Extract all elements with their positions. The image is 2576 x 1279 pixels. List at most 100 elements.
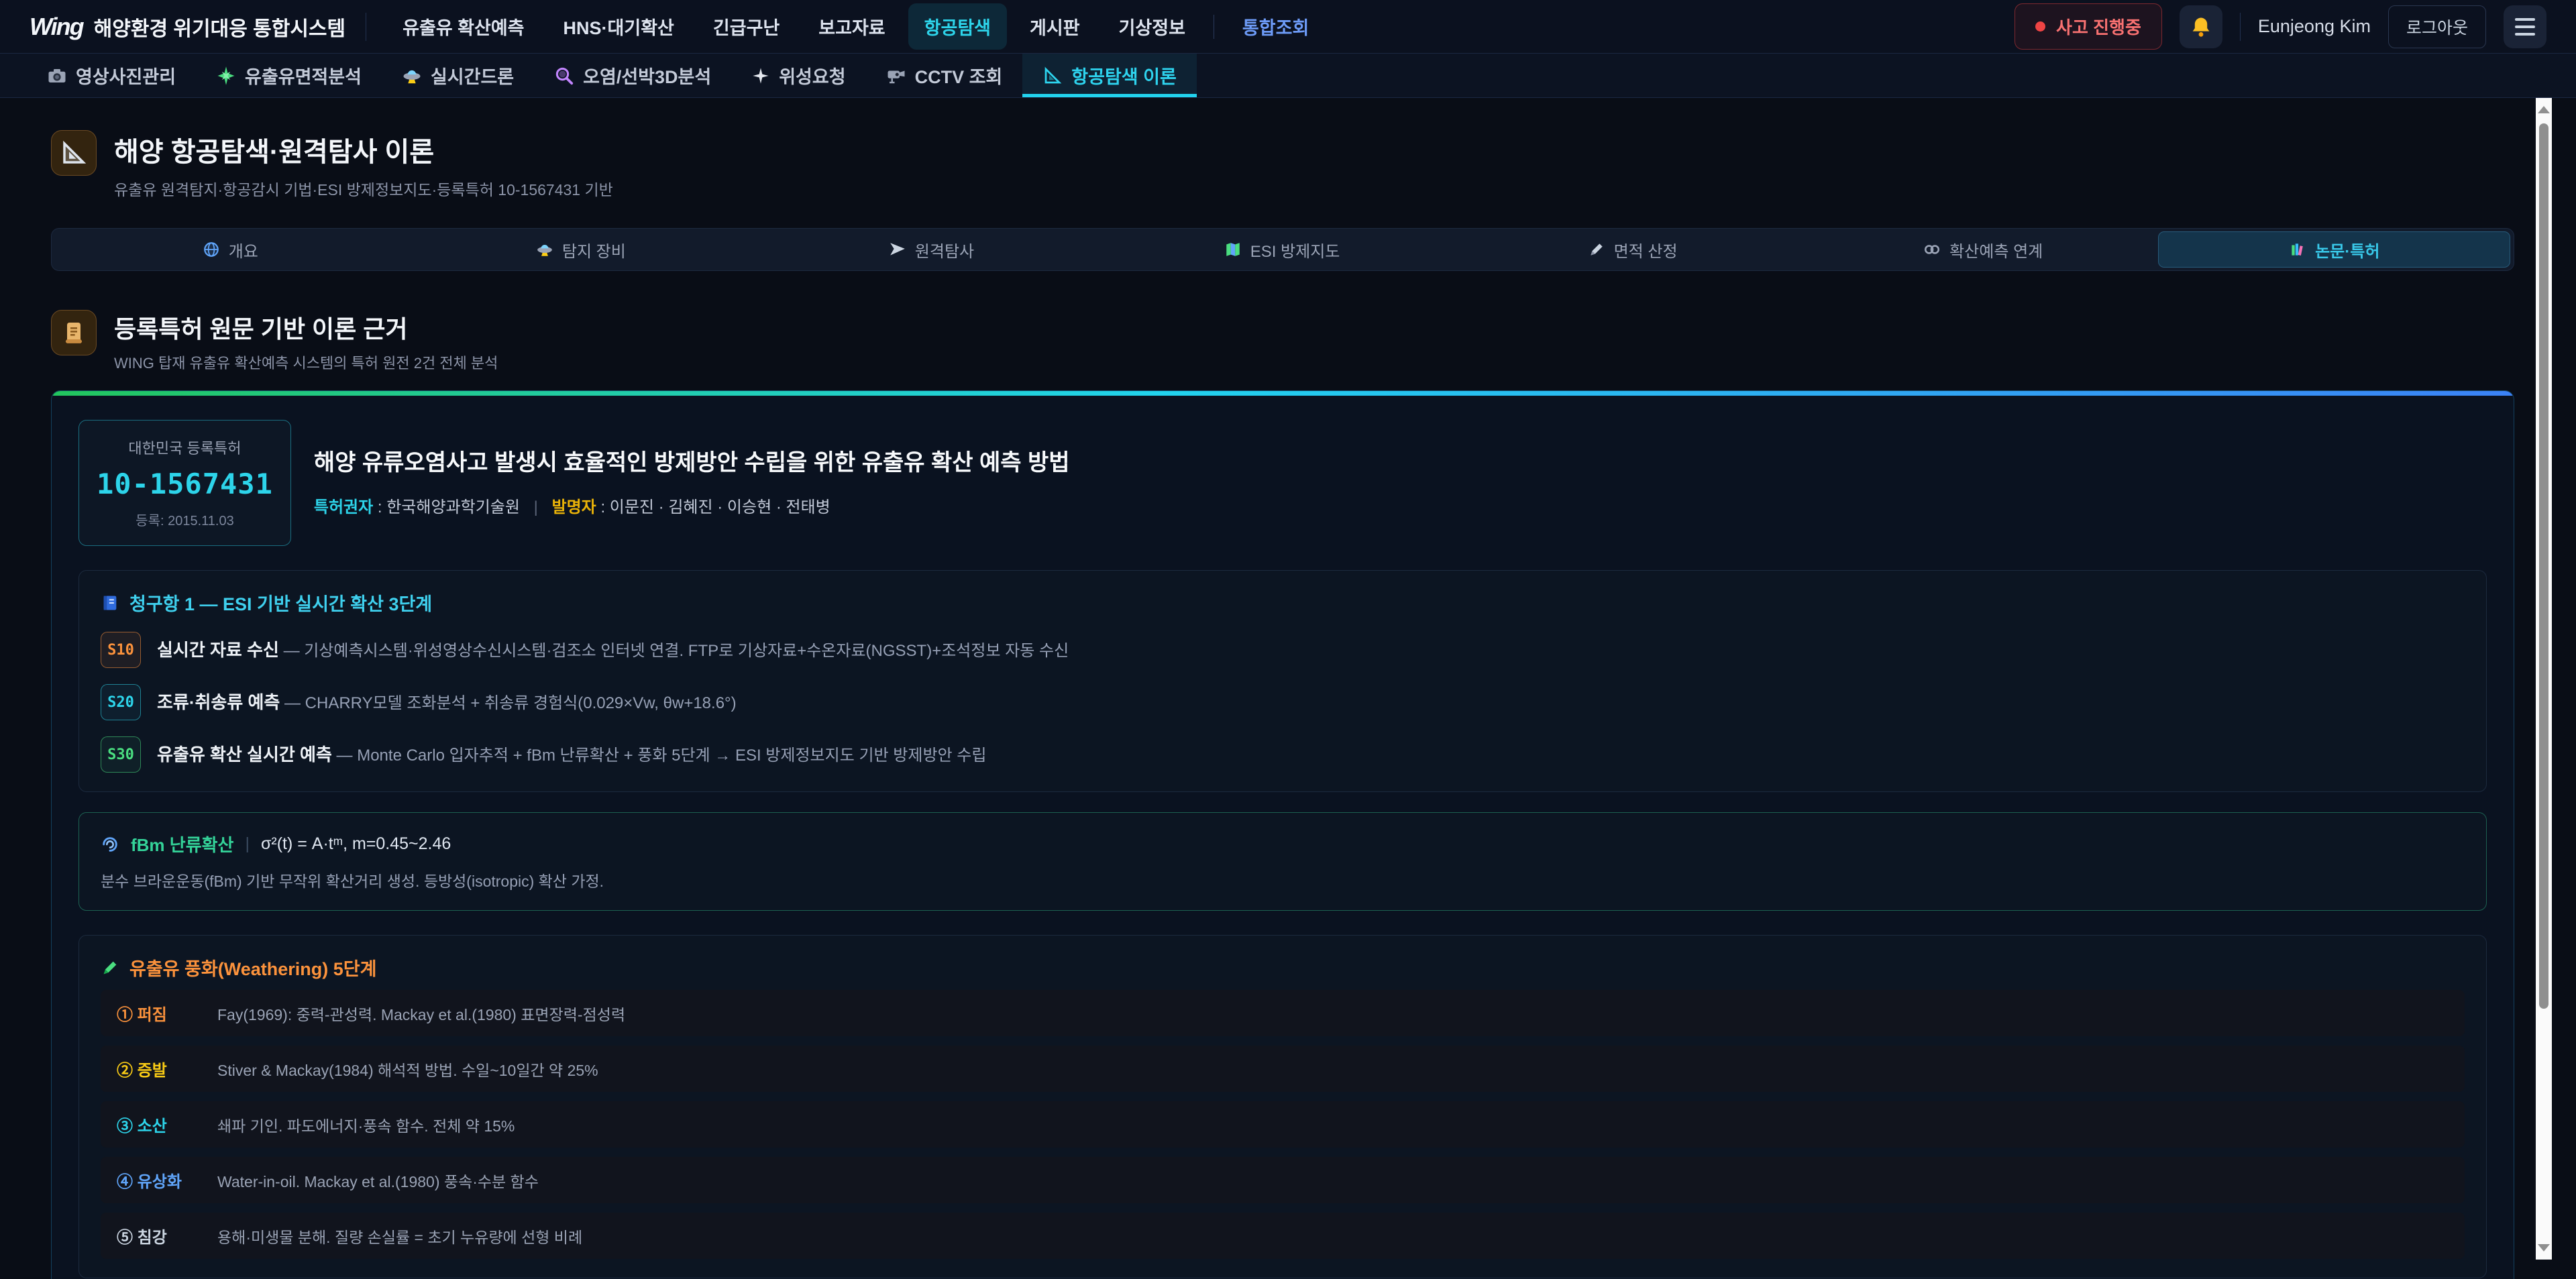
divider: [2240, 13, 2241, 41]
fbm-note: 분수 브라운운동(fBm) 기반 무작위 확산거리 생성. 등방성(isotro…: [101, 869, 2465, 891]
incident-badge-label: 사고 진행중: [2056, 14, 2141, 39]
notifications-button[interactable]: [2180, 5, 2222, 48]
cctv-icon: [886, 66, 906, 86]
weathering-stage-name: ⑤ 침강: [117, 1224, 217, 1247]
tab-label: ESI 방제지도: [1250, 238, 1340, 262]
tab-area-calculation[interactable]: 면적 산정: [1457, 231, 1808, 268]
subtab-oil-area-analysis[interactable]: 유출유면적분석: [196, 54, 382, 97]
subtab-label: 오염/선박3D분석: [583, 62, 711, 89]
claim-step-row: S10 실시간 자료 수신 — 기상예측시스템·위성영상수신시스템·검조소 인터…: [101, 632, 2465, 668]
ufo-icon: [536, 241, 553, 258]
incident-status-badge[interactable]: 사고 진행중: [2015, 3, 2162, 50]
subtab-label: CCTV 조회: [915, 62, 1003, 89]
drone-icon: [402, 66, 422, 86]
scroll-up-arrow-icon[interactable]: [2538, 106, 2550, 113]
scroll-icon: [60, 319, 87, 346]
subtab-pollution-ship-3d[interactable]: 오염/선박3D분석: [534, 54, 731, 97]
page-header: 해양 항공탐색·원격탐사 이론 유출유 원격탐지·항공감시 기법·ESI 방제정…: [51, 130, 2514, 200]
tab-label: 탐지 장비: [562, 238, 626, 262]
camera-icon: [47, 66, 67, 86]
triangle-ruler-icon: [60, 139, 88, 167]
step-name: 유출유 확산 실시간 예측: [157, 744, 332, 765]
scroll-down-arrow-icon[interactable]: [2538, 1244, 2550, 1252]
patent-register-date: 등록: 2015.11.03: [97, 510, 273, 529]
weathering-stage-desc: Stiver & Mackay(1984) 해석적 방법. 수일~10일간 약 …: [217, 1058, 598, 1080]
fbm-panel: fBm 난류확산 | σ²(t) = A·tᵐ, m=0.45~2.46 분수 …: [78, 812, 2487, 911]
subtab-aerial-search-theory[interactable]: 항공탐색 이론: [1022, 54, 1197, 97]
green-pen-icon: [101, 958, 119, 977]
tab-remote-sensing[interactable]: 원격탐사: [756, 231, 1107, 268]
fbm-header-line: fBm 난류확산 | σ²(t) = A·tᵐ, m=0.45~2.46: [101, 832, 2465, 856]
subtab-photo-management[interactable]: 영상사진관리: [27, 54, 196, 97]
star-icon: [751, 66, 770, 85]
weathering-row: ④ 유상화 Water-in-oil. Mackay et al.(1980) …: [101, 1157, 2465, 1203]
weathering-stage-desc: 쇄파 기인. 파도에너지·풍속 함수. 전체 약 15%: [217, 1113, 515, 1136]
page-title: 해양 항공탐색·원격탐사 이론: [114, 130, 613, 169]
tab-papers-patents[interactable]: 논문·특허: [2158, 231, 2510, 268]
scrollbar-thumb[interactable]: [2539, 123, 2548, 1009]
step-name: 조류·취송류 예측: [157, 692, 280, 712]
subtab-label: 실시간드론: [431, 62, 514, 89]
tab-detection-equipment[interactable]: 탐지 장비: [406, 231, 757, 268]
logout-button[interactable]: 로그아웃: [2388, 5, 2486, 48]
step-text: 실시간 자료 수신 — 기상예측시스템·위성영상수신시스템·검조소 인터넷 연결…: [157, 638, 1069, 663]
nav-item-board[interactable]: 게시판: [1014, 3, 1096, 50]
step-desc: — 기상예측시스템·위성영상수신시스템·검조소 인터넷 연결. FTP로 기상자…: [284, 642, 1069, 660]
blue-book-icon: [101, 594, 119, 612]
map-icon: [1224, 241, 1242, 258]
section-icon-box: [51, 310, 97, 355]
step-desc: — Monte Carlo 입자추적 + fBm 난류확산 + 풍화 5단계 →…: [337, 746, 987, 765]
theory-tabstrip: 개요 탐지 장비 원격탐사 ESI 방제지도 면적 산정 확산예측 연계 논문·…: [51, 228, 2514, 271]
claim-step-row: S30 유출유 확산 실시간 예측 — Monte Carlo 입자추적 + f…: [101, 736, 2465, 773]
weathering-row: ⑤ 침강 용해·미생물 분해. 질량 손실률 = 초기 누유량에 선형 비례: [101, 1213, 2465, 1259]
inventor-value: : 이문진 · 김혜진 · 이승현 · 전태병: [600, 498, 830, 516]
nav-item-hns-diffusion[interactable]: HNS·대기확산: [547, 3, 690, 50]
weathering-stage-name: ① 퍼짐: [117, 1001, 217, 1025]
weathering-stage-name: ③ 소산: [117, 1113, 217, 1136]
menu-button[interactable]: [2504, 5, 2546, 48]
patent-1-title-group: 해양 유류오염사고 발생시 효율적인 방제방안 수립을 위한 유출유 확산 예측…: [314, 449, 1070, 517]
tab-forecast-link[interactable]: 확산예측 연계: [1808, 231, 2159, 268]
weathering-stage-name: ② 증발: [117, 1057, 217, 1080]
globe-icon: [203, 241, 220, 258]
brand-title: 해양환경 위기대응 통합시스템: [94, 12, 345, 42]
subtab-realtime-drone[interactable]: 실시간드론: [382, 54, 534, 97]
tab-label: 논문·특허: [2315, 238, 2379, 262]
owner-value: : 한국해양과학기술원: [378, 498, 520, 516]
page-icon-box: [51, 130, 97, 176]
nav-item-reports[interactable]: 보고자료: [802, 3, 901, 50]
nav-item-aerial-search[interactable]: 항공탐색: [908, 3, 1007, 50]
fbm-title: fBm 난류확산: [131, 832, 233, 856]
inventor-label: 발명자: [552, 498, 596, 516]
subtab-satellite-request[interactable]: 위성요청: [731, 54, 865, 97]
step-text: 유출유 확산 실시간 예측 — Monte Carlo 입자추적 + fBm 난…: [157, 742, 986, 767]
main-menu: 유출유 확산예측 HNS·대기확산 긴급구난 보고자료 항공탐색 게시판 기상정…: [386, 3, 1325, 50]
card-gradient-border: [52, 391, 2514, 396]
brand-mark: Wing: [30, 13, 83, 41]
patent-1-badge: 대한민국 등록특허 10-1567431 등록: 2015.11.03: [78, 420, 291, 546]
step-desc: — CHARRY모델 조화분석 + 취송류 경험식(0.029×Vw, θw+1…: [284, 694, 737, 712]
claim-step-row: S20 조류·취송류 예측 — CHARRY모델 조화분석 + 취송류 경험식(…: [101, 684, 2465, 720]
vertical-scrollbar[interactable]: [2536, 98, 2552, 1260]
patent-card-1: 대한민국 등록특허 10-1567431 등록: 2015.11.03 해양 유…: [51, 390, 2514, 1279]
tab-esi-map[interactable]: ESI 방제지도: [1107, 231, 1458, 268]
tab-overview[interactable]: 개요: [55, 231, 406, 268]
section-title: 등록특허 원문 기반 이론 근거: [114, 310, 498, 345]
app-logo[interactable]: Wing 해양환경 위기대응 통합시스템: [30, 12, 345, 42]
step-code-badge: S10: [101, 632, 141, 668]
nav-item-emergency-rescue[interactable]: 긴급구난: [697, 3, 796, 50]
user-name: Eunjeong Kim: [2258, 16, 2371, 37]
section-header: 등록특허 원문 기반 이론 근거 WING 탑재 유출유 확산예측 시스템의 특…: [51, 310, 2514, 373]
section-subtitle: WING 탑재 유출유 확산예측 시스템의 특허 원전 2건 전체 분석: [114, 351, 498, 373]
topnav-right-group: 사고 진행중 Eunjeong Kim 로그아웃: [2015, 3, 2546, 50]
nav-item-integrated-search[interactable]: 통합조회: [1226, 3, 1325, 50]
weathering-panel: 유출유 풍화(Weathering) 5단계 ① 퍼짐 Fay(1969): 중…: [78, 935, 2487, 1278]
weathering-stage-desc: Fay(1969): 중력-관성력. Mackay et al.(1980) 표…: [217, 1002, 625, 1025]
books-icon: [2289, 241, 2306, 258]
subtab-cctv-view[interactable]: CCTV 조회: [866, 54, 1023, 97]
weathering-header: 유출유 풍화(Weathering) 5단계: [101, 954, 2465, 981]
step-code-badge: S30: [101, 736, 141, 773]
main-content: 해양 항공탐색·원격탐사 이론 유출유 원격탐지·항공감시 기법·ESI 방제정…: [0, 98, 2576, 1279]
nav-item-oil-spill-forecast[interactable]: 유출유 확산예측: [386, 3, 540, 50]
nav-item-weather-info[interactable]: 기상정보: [1103, 3, 1201, 50]
